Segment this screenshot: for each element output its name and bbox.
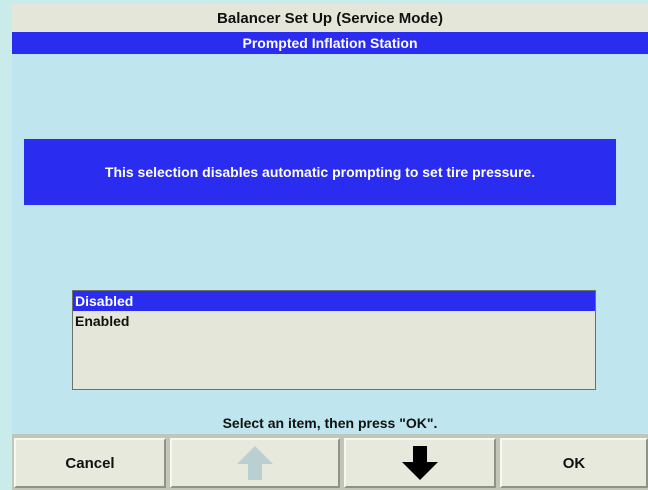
- balancer-screen: Balancer Set Up (Service Mode) Prompted …: [0, 0, 648, 490]
- window-title: Balancer Set Up (Service Mode): [12, 4, 648, 33]
- arrow-down-icon: [400, 444, 440, 482]
- ok-button-label: OK: [562, 454, 586, 472]
- info-message-text: This selection disables automatic prompt…: [104, 164, 536, 180]
- down-button[interactable]: [344, 438, 496, 488]
- cancel-button-label: Cancel: [65, 454, 115, 472]
- cancel-button[interactable]: Cancel: [14, 438, 166, 488]
- list-item-enabled[interactable]: Enabled: [73, 311, 595, 331]
- list-item-disabled[interactable]: Disabled: [73, 291, 595, 311]
- info-message: This selection disables automatic prompt…: [24, 139, 616, 205]
- instruction-text: Select an item, then press "OK".: [222, 415, 438, 431]
- arrow-up-icon: [235, 444, 275, 482]
- up-button[interactable]: [170, 438, 340, 488]
- option-listbox[interactable]: Disabled Enabled: [72, 290, 596, 390]
- page-subtitle: Prompted Inflation Station: [12, 32, 648, 54]
- ok-button[interactable]: OK: [500, 438, 648, 488]
